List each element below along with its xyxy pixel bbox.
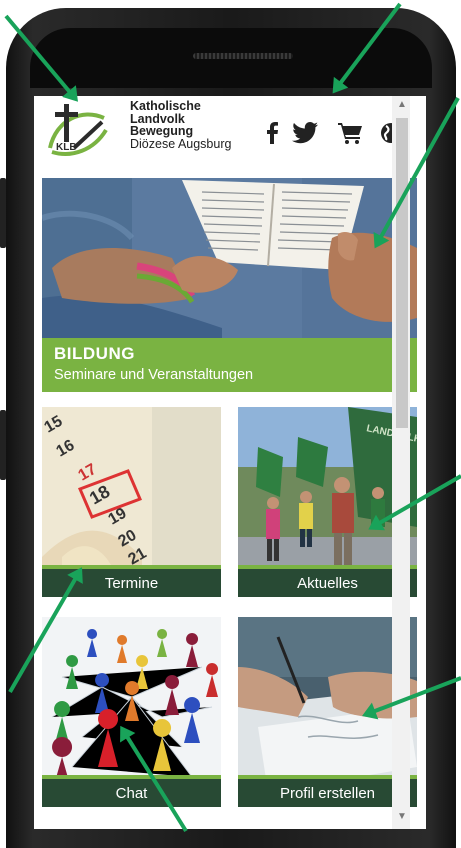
tile-label: Profil erstellen	[238, 775, 417, 807]
brand-line: Diözese Augsburg	[130, 136, 232, 151]
cart-icon[interactable]	[336, 120, 364, 146]
app-header: KLB Katholische Landvolk Bewegung Diözes…	[34, 96, 414, 174]
scroll-down-icon[interactable]: ▼	[396, 810, 408, 824]
brand-name[interactable]: Katholische Landvolk Bewegung Diözese Au…	[130, 100, 231, 150]
logo-text: KLB	[56, 142, 77, 153]
scrollbar-thumb[interactable]	[396, 118, 408, 428]
side-button	[0, 410, 6, 480]
klb-logo[interactable]: KLB	[42, 102, 112, 162]
tile-aktuelles[interactable]: LANDVOLK Aktuelles	[238, 407, 417, 597]
tile-profil-erstellen[interactable]: Profil erstellen	[238, 617, 417, 807]
hero-caption[interactable]: BILDUNG Seminare und Veranstaltungen	[42, 338, 417, 392]
speaker-grille	[193, 53, 293, 59]
tile-label: Aktuelles	[238, 565, 417, 597]
hero-title: BILDUNG	[54, 344, 135, 363]
brand-line: Bewegung	[130, 124, 194, 138]
facebook-icon[interactable]	[262, 120, 282, 146]
tile-chat[interactable]: Chat	[42, 617, 221, 807]
hero-image[interactable]	[42, 178, 417, 338]
tile-label: Chat	[42, 775, 221, 807]
twitter-icon[interactable]	[290, 120, 320, 146]
hero-photo	[42, 178, 417, 338]
side-button	[0, 178, 6, 248]
brand-line: Katholische	[130, 99, 201, 113]
hero-subtitle: Seminare und Veranstaltungen	[54, 367, 254, 383]
tile-termine[interactable]: 15 16 17 18 19 20 21 Termine	[42, 407, 221, 597]
scroll-up-icon[interactable]: ▲	[396, 98, 408, 112]
